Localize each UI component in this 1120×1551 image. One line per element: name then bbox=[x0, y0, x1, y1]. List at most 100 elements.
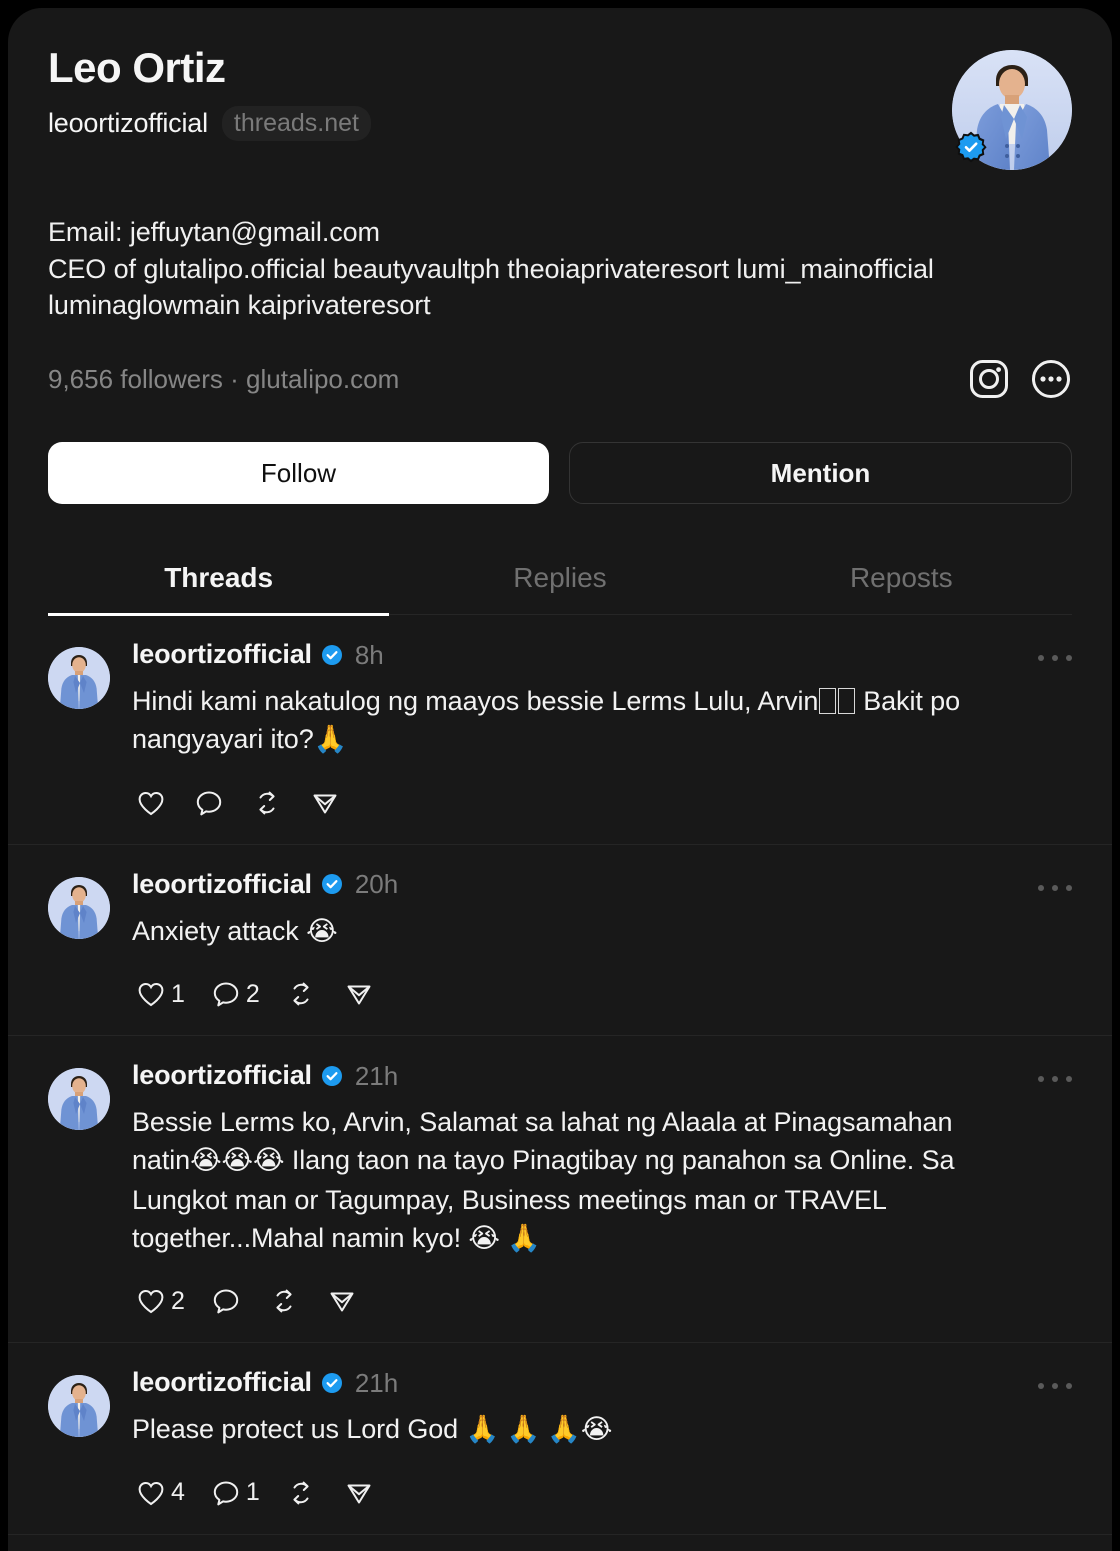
page-title: Leo Ortiz bbox=[48, 44, 226, 91]
emoji: 😭 bbox=[252, 1145, 285, 1177]
missing-glyph bbox=[838, 688, 855, 714]
reply-button[interactable] bbox=[207, 1282, 253, 1320]
post-text-run: Please protect us Lord God bbox=[132, 1414, 466, 1445]
post-username[interactable]: leoortizofficial bbox=[132, 641, 312, 668]
dot bbox=[1038, 655, 1044, 662]
like-button[interactable]: 1 bbox=[132, 975, 195, 1013]
dot bbox=[1066, 1076, 1072, 1083]
reply-button-count: 2 bbox=[245, 979, 260, 1008]
repost-icon bbox=[293, 1481, 309, 1505]
follow-button[interactable]: Follow bbox=[48, 442, 549, 505]
repost-icon bbox=[293, 982, 309, 1006]
posts-feed: leoortizofficial 8h Hindi kami nakatulog … bbox=[8, 615, 1112, 1551]
share-icon bbox=[330, 1292, 354, 1312]
profile-header: Leo Ortiz leoortizofficial threads.net E… bbox=[8, 8, 1112, 616]
profile-card: Leo Ortiz leoortizofficial threads.net E… bbox=[8, 8, 1112, 1551]
post-more-button[interactable] bbox=[1038, 1068, 1072, 1090]
like-button[interactable]: 2 bbox=[132, 1282, 195, 1320]
avatar-wrap[interactable] bbox=[952, 50, 1072, 170]
reply-button[interactable] bbox=[190, 784, 236, 822]
reply-button-count: 1 bbox=[245, 1478, 260, 1507]
repost-icon bbox=[259, 791, 275, 815]
tab-reposts[interactable]: Reposts bbox=[731, 546, 1072, 614]
post-actions: 1 2 bbox=[132, 975, 1012, 1013]
post-avatar-image bbox=[48, 876, 110, 939]
more-glyph bbox=[1032, 360, 1070, 399]
heart-icon bbox=[138, 791, 164, 816]
emoji: 🙏 bbox=[506, 1414, 540, 1446]
post-username[interactable]: leoortizofficial bbox=[132, 1369, 312, 1396]
post-avatar[interactable] bbox=[48, 1068, 110, 1131]
instagram-icon[interactable] bbox=[968, 358, 1010, 400]
post-actions bbox=[132, 784, 1012, 822]
threads-profile-screen: Leo Ortiz leoortizofficial threads.net E… bbox=[0, 0, 1120, 1551]
mention-button[interactable]: Mention bbox=[569, 442, 1072, 505]
verified-badge-icon bbox=[321, 644, 342, 665]
repost-button[interactable] bbox=[282, 975, 328, 1013]
comment-icon bbox=[213, 982, 239, 1007]
share-button[interactable] bbox=[323, 1282, 369, 1320]
profile-website-link[interactable]: glutalipo.com bbox=[246, 364, 399, 394]
post-more-button[interactable] bbox=[1038, 1375, 1072, 1397]
bio-line-description: CEO of glutalipo.official beautyvaultph … bbox=[48, 253, 934, 321]
emoji: 😭 bbox=[190, 1145, 222, 1177]
repost-button[interactable] bbox=[265, 1282, 311, 1320]
follower-count[interactable]: 9,656 followers bbox=[48, 364, 223, 394]
share-button[interactable] bbox=[340, 1474, 386, 1512]
post-more-button[interactable] bbox=[1038, 877, 1072, 899]
share-icon bbox=[347, 985, 371, 1005]
post-timestamp: 21h bbox=[354, 1060, 399, 1091]
emoji: 😭 bbox=[580, 1414, 613, 1446]
profile-meta-icons bbox=[968, 358, 1072, 400]
share-icon bbox=[313, 794, 337, 814]
post-item[interactable]: leoortizofficial 20h Anxiety attack 😭 1 2 bbox=[8, 845, 1112, 1037]
post-text: Hindi kami nakatulog ng maayos bessie Le… bbox=[132, 682, 1012, 760]
emoji: 😭 bbox=[306, 915, 338, 947]
post-timestamp: 21h bbox=[354, 1367, 399, 1398]
post-item[interactable]: leoortizofficial 22h bbox=[8, 1535, 1112, 1551]
post-more-button[interactable] bbox=[1038, 647, 1072, 669]
tab-threads[interactable]: Threads bbox=[48, 546, 390, 616]
emoji: 🙏 bbox=[313, 724, 348, 756]
post-timestamp: 20h bbox=[354, 869, 399, 900]
profile-bio: Email: jeffuytan@gmail.com CEO of glutal… bbox=[48, 214, 1072, 324]
dot bbox=[1038, 884, 1044, 891]
repost-button[interactable] bbox=[282, 1474, 328, 1512]
post-item[interactable]: leoortizofficial 21h Please protect us Lo… bbox=[8, 1343, 1112, 1535]
verified-badge-icon bbox=[321, 1372, 342, 1393]
post-avatar[interactable] bbox=[48, 647, 110, 710]
tab-replies[interactable]: Replies bbox=[389, 546, 730, 614]
post-avatar[interactable] bbox=[48, 876, 110, 939]
repost-button[interactable] bbox=[248, 784, 294, 822]
post-avatar[interactable] bbox=[48, 1375, 110, 1438]
meta-separator: · bbox=[230, 363, 239, 394]
post-item[interactable]: leoortizofficial 21h Bessie Lerms ko, Arv… bbox=[8, 1036, 1112, 1344]
share-icon bbox=[347, 1484, 371, 1504]
post-text-run: Anxiety attack bbox=[132, 915, 307, 946]
post-body: leoortizofficial 20h Anxiety attack 😭 1 2 bbox=[132, 869, 1072, 1013]
share-button[interactable] bbox=[340, 975, 386, 1013]
post-actions: 2 bbox=[132, 1282, 1012, 1320]
post-item[interactable]: leoortizofficial 8h Hindi kami nakatulog … bbox=[8, 615, 1112, 845]
post-header: leoortizofficial 20h bbox=[132, 869, 1012, 900]
post-avatar-image bbox=[48, 647, 110, 710]
reply-button[interactable]: 1 bbox=[207, 1474, 270, 1512]
dot bbox=[1066, 884, 1072, 891]
more-circle-icon[interactable] bbox=[1030, 358, 1072, 400]
verified-badge-icon bbox=[321, 874, 342, 895]
dot bbox=[1052, 1076, 1058, 1083]
dot bbox=[1052, 655, 1058, 662]
post-header: leoortizofficial 8h bbox=[132, 641, 1012, 668]
share-button[interactable] bbox=[306, 784, 352, 822]
profile-tabs: Threads Replies Reposts bbox=[48, 546, 1072, 616]
dot bbox=[1038, 1383, 1044, 1390]
post-avatar-image bbox=[48, 1068, 110, 1131]
post-header: leoortizofficial 21h bbox=[132, 1369, 1012, 1396]
reply-button[interactable]: 2 bbox=[207, 975, 270, 1013]
post-text: Bessie Lerms ko, Arvin, Salamat sa lahat… bbox=[132, 1103, 1012, 1258]
like-button[interactable] bbox=[132, 784, 178, 822]
like-button[interactable]: 4 bbox=[132, 1474, 195, 1512]
like-button-count: 4 bbox=[171, 1478, 185, 1507]
post-username[interactable]: leoortizofficial bbox=[132, 870, 312, 898]
post-username[interactable]: leoortizofficial bbox=[132, 1062, 312, 1089]
